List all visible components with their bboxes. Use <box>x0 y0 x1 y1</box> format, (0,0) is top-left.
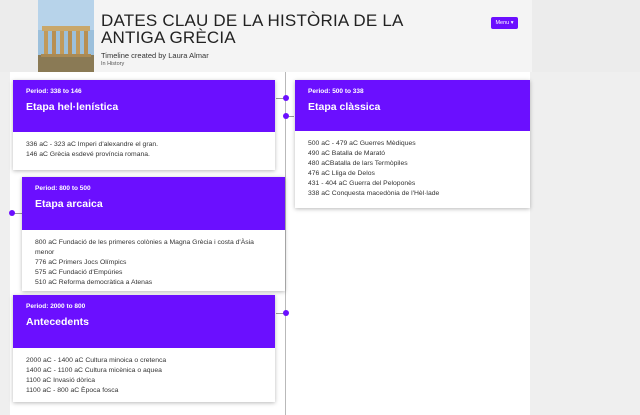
event-item: 2000 aC - 1400 aC Cultura minoica o cret… <box>26 357 167 364</box>
page-title: DATES CLAU DE LA HISTÒRIA DE LA ANTIGA G… <box>101 11 403 47</box>
event-item: 336 aC - 323 aC Imperi d'alexandre el gr… <box>26 141 159 148</box>
card-header: Period: 338 to 146 Etapa hel·lenística <box>13 80 275 132</box>
card-title[interactable]: Etapa hel·lenística <box>26 101 262 113</box>
event-card-archaic[interactable]: Period: 800 to 500 Etapa arcaica 800 aC … <box>22 177 285 291</box>
event-item: 510 aC Reforma democràtica a Atenas <box>35 279 153 286</box>
timeline-marker-hellenistic[interactable] <box>283 95 289 101</box>
event-card-antecedents[interactable]: Period: 2000 to 800 Antecedents 2000 aC … <box>13 295 275 402</box>
event-item: 1400 aC - 1100 aC Cultura micènica o aqu… <box>26 367 162 374</box>
card-header: Period: 800 to 500 Etapa arcaica <box>22 177 285 230</box>
event-item: 480 aCBatalla de lars Termòpiles <box>308 160 408 167</box>
event-item: 500 aC - 479 aC Guerres Mèdiques <box>308 140 416 147</box>
event-card-hellenistic[interactable]: Period: 338 to 146 Etapa hel·lenística 3… <box>13 80 275 170</box>
greek-temple-image <box>38 0 94 72</box>
event-item: 1100 aC - 800 aC Època fosca <box>26 387 119 394</box>
timeline-axis <box>285 72 286 415</box>
event-item: 776 aC Primers Jocs Olímpics <box>35 259 127 266</box>
timeline-author[interactable]: Timeline created by Laura Almar <box>101 51 209 60</box>
card-period: Period: 338 to 146 <box>26 88 82 95</box>
timeline-header: DATES CLAU DE LA HISTÒRIA DE LA ANTIGA G… <box>38 0 532 72</box>
event-item: 575 aC Fundació d'Empúries <box>35 269 123 276</box>
timeline-marker-antecedents[interactable] <box>283 310 289 316</box>
menu-button[interactable]: Menu ▾ <box>491 17 518 29</box>
event-card-classical[interactable]: Period: 500 to 338 Etapa clàssica 500 aC… <box>295 80 530 208</box>
event-item: 146 aC Grècia esdevé província romana. <box>26 151 150 158</box>
timeline-marker-classical[interactable] <box>283 113 289 119</box>
greek-temple-illustration <box>38 0 94 72</box>
event-item: 431 - 404 aC Guerra del Peloponès <box>308 180 416 187</box>
header-left-margin <box>0 0 38 72</box>
card-events: 2000 aC - 1400 aC Cultura minoica o cret… <box>13 348 275 396</box>
timeline-category[interactable]: In History <box>101 61 124 67</box>
card-period: Period: 500 to 338 <box>308 88 364 95</box>
event-item: 338 aC Conquesta macedònia de l'Hèl·lade <box>308 190 440 197</box>
card-header: Period: 2000 to 800 Antecedents <box>13 295 275 348</box>
card-title[interactable]: Antecedents <box>26 316 262 328</box>
card-title[interactable]: Etapa arcaica <box>35 198 272 210</box>
card-events: 500 aC - 479 aC Guerres Mèdiques 490 aC … <box>295 131 530 199</box>
event-item: 800 aC Fundació de les primeres colònies… <box>35 239 254 256</box>
card-header: Period: 500 to 338 Etapa clàssica <box>295 80 530 131</box>
card-events: 800 aC Fundació de les primeres colònies… <box>22 230 285 288</box>
card-title[interactable]: Etapa clàssica <box>308 101 517 113</box>
card-events: 336 aC - 323 aC Imperi d'alexandre el gr… <box>13 132 275 160</box>
event-item: 1100 aC Invasió dòrica <box>26 377 96 384</box>
card-period: Period: 800 to 500 <box>35 185 91 192</box>
card-period: Period: 2000 to 800 <box>26 303 86 310</box>
connector-archaic <box>14 213 22 214</box>
header-right-margin <box>532 0 640 72</box>
timeline-marker-archaic[interactable] <box>9 210 15 216</box>
event-item: 490 aC Batalla de Marató <box>308 150 386 157</box>
event-item: 476 aC Lliga de Delos <box>308 170 375 177</box>
